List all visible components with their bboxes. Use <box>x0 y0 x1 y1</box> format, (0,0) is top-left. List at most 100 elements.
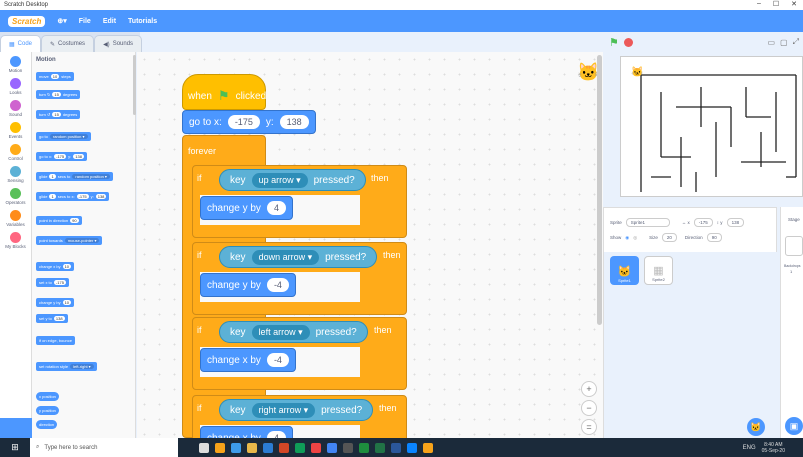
stop-button[interactable] <box>623 37 633 47</box>
change-block[interactable]: change y by 4 <box>200 196 293 220</box>
palette-block[interactable]: if on edge, bounce <box>36 336 75 345</box>
tray-lang[interactable]: ENG <box>743 445 756 451</box>
palette-block[interactable]: point in direction 90 <box>36 216 82 225</box>
palette-block[interactable]: change y by 10 <box>36 298 75 307</box>
language-menu[interactable]: ⊕▾ <box>57 17 66 25</box>
palette-block[interactable]: point towards mouse-pointer ▾ <box>36 236 103 245</box>
zoom-reset-button[interactable]: = <box>581 419 597 435</box>
palette-block[interactable]: y position <box>36 406 59 415</box>
palette-block[interactable]: go to random position ▾ <box>36 132 91 141</box>
y-field[interactable]: 138 <box>726 218 745 227</box>
go-to-xy-block[interactable]: go to x: -175 y: 138 <box>182 110 316 134</box>
close-button[interactable]: ✕ <box>791 0 797 8</box>
clock[interactable]: 8:40 AM 05-Sep-20 <box>762 442 785 454</box>
choose-backdrop-button[interactable]: ▣ <box>785 417 803 435</box>
stage[interactable]: 🐱 <box>620 56 803 197</box>
x-field[interactable]: -175 <box>693 218 713 227</box>
direction-field[interactable]: 90 <box>706 233 722 242</box>
sprite-thumb-sprite2[interactable]: ▦ Sprite2 <box>644 256 673 285</box>
tab-sounds[interactable]: ◀) Sounds <box>94 35 143 52</box>
taskbar-app-icon[interactable] <box>423 442 433 453</box>
key-pressed-block[interactable]: key left arrow ▾ pressed? <box>219 321 368 343</box>
sprite-on-stage[interactable]: 🐱 <box>631 67 643 78</box>
change-block[interactable]: change x by 4 <box>200 426 293 438</box>
tab-costumes[interactable]: ✎ Costumes <box>41 35 95 52</box>
palette-block[interactable]: turn ↻ 15 degrees <box>36 90 81 99</box>
minimize-button[interactable]: – <box>757 0 761 8</box>
tutorials-menu[interactable]: Tutorials <box>128 18 157 25</box>
large-stage-button[interactable]: ▢ <box>780 38 788 47</box>
maximize-button[interactable]: ☐ <box>773 0 779 8</box>
category-operators[interactable]: Operators <box>0 184 31 206</box>
taskbar-app-icon[interactable] <box>407 442 417 453</box>
taskbar-search[interactable]: ⌕ Type here to search <box>30 438 178 457</box>
category-sensing[interactable]: Sensing <box>0 162 31 184</box>
file-menu[interactable]: File <box>79 18 91 25</box>
change-value-input[interactable]: 4 <box>266 201 286 215</box>
change-block[interactable]: change x by -4 <box>200 348 296 372</box>
change-value-input[interactable]: -4 <box>266 353 289 367</box>
key-pressed-block[interactable]: key right arrow ▾ pressed? <box>219 399 374 421</box>
taskbar-app-icon[interactable] <box>391 442 401 453</box>
palette-block[interactable]: change x by 10 <box>36 262 75 271</box>
change-value-input[interactable]: -4 <box>266 278 289 292</box>
category-looks[interactable]: Looks <box>0 74 31 96</box>
key-pressed-block[interactable]: key down arrow ▾ pressed? <box>219 246 378 268</box>
taskbar-app-icon[interactable] <box>359 442 369 453</box>
category-my-blocks[interactable]: My Blocks <box>0 228 31 250</box>
category-motion[interactable]: Motion <box>0 52 31 74</box>
add-extension-button[interactable] <box>0 418 32 438</box>
taskbar-app-icon[interactable] <box>327 442 337 453</box>
taskbar-app-icon[interactable] <box>247 442 257 453</box>
category-control[interactable]: Control <box>0 140 31 162</box>
taskbar-app-icon[interactable] <box>311 442 321 453</box>
windows-start-icon[interactable]: ⊞ <box>0 442 30 453</box>
scratch-logo[interactable]: Scratch <box>8 15 46 27</box>
change-value-input[interactable]: 4 <box>266 431 286 438</box>
stage-panel[interactable]: Stage Backdrops 1 ▣ <box>780 207 803 438</box>
taskbar-app-icon[interactable] <box>231 442 241 453</box>
size-field[interactable]: 20 <box>661 233 677 242</box>
category-events[interactable]: Events <box>0 118 31 140</box>
palette-block[interactable]: turn ↺ 15 degrees <box>36 110 81 119</box>
palette-block[interactable]: set rotation style left-right ▾ <box>36 362 97 371</box>
taskbar-app-icon[interactable] <box>375 442 385 453</box>
key-dropdown[interactable]: down arrow ▾ <box>251 249 320 265</box>
taskbar-app-icon[interactable] <box>263 442 273 453</box>
palette-block[interactable]: glide 1 secs to x: -175 y: 138 <box>36 192 110 201</box>
taskbar-app-icon[interactable] <box>215 442 225 453</box>
show-visible-icon[interactable]: ◉ <box>625 235 629 241</box>
task-view-icon[interactable] <box>199 442 209 453</box>
palette-block[interactable]: glide 1 secs to random position ▾ <box>36 172 113 181</box>
palette-scrollbar[interactable] <box>133 55 136 115</box>
category-variables[interactable]: Variables <box>0 206 31 228</box>
palette-block[interactable]: x position <box>36 392 59 401</box>
code-workspace[interactable]: when ⚑ clicked go to x: -175 y: 138 fore… <box>137 52 603 438</box>
edit-menu[interactable]: Edit <box>103 18 116 25</box>
palette-block[interactable]: direction <box>36 420 58 429</box>
x-input[interactable]: -175 <box>227 115 260 129</box>
taskbar-app-icon[interactable] <box>343 442 353 453</box>
sprite-thumb-sprite1[interactable]: 🐱 Sprite1 <box>610 256 639 285</box>
palette-block[interactable]: move 10 steps <box>36 72 74 81</box>
tab-code[interactable]: ▦ Code <box>0 35 42 52</box>
stage-thumbnail[interactable] <box>785 236 803 256</box>
category-sound[interactable]: Sound <box>0 96 31 118</box>
green-flag-button[interactable]: ⚑ <box>609 36 619 49</box>
palette-block[interactable]: set y to 138 <box>36 314 68 323</box>
sprite-name-input[interactable]: Sprite1 <box>625 218 670 227</box>
small-stage-button[interactable]: ▭ <box>767 38 775 47</box>
workspace-scrollbar[interactable] <box>597 55 602 325</box>
zoom-in-button[interactable]: + <box>581 381 597 397</box>
zoom-out-button[interactable]: − <box>581 400 597 416</box>
palette-block[interactable]: go to x: -175 y: 138 <box>36 152 87 161</box>
y-input[interactable]: 138 <box>279 115 309 129</box>
palette-block[interactable]: set x to -175 <box>36 278 69 287</box>
taskbar-app-icon[interactable] <box>295 442 305 453</box>
choose-sprite-button[interactable]: 🐱 <box>747 418 765 436</box>
show-hidden-icon[interactable]: ◎ <box>633 235 637 241</box>
key-pressed-block[interactable]: key up arrow ▾ pressed? <box>219 169 366 191</box>
taskbar-app-icon[interactable] <box>279 442 289 453</box>
fullscreen-button[interactable]: ⤢ <box>793 37 799 47</box>
key-dropdown[interactable]: right arrow ▾ <box>251 402 316 418</box>
